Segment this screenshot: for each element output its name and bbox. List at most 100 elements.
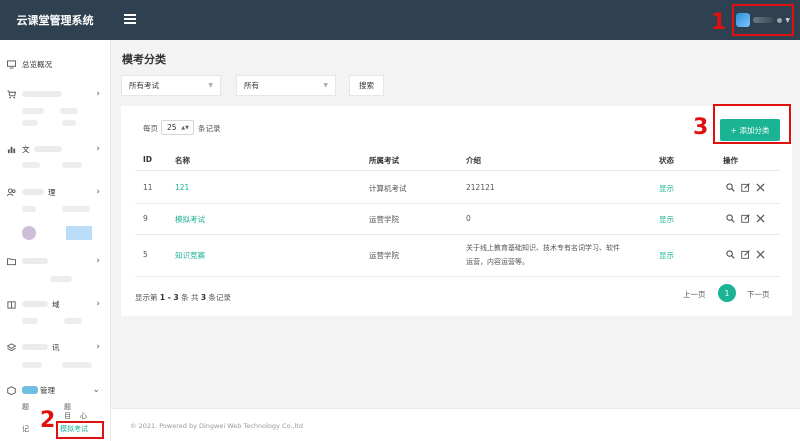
cell-exam: 运营学院 [369,215,399,224]
sidebar-item-exam-manage[interactable]: 管理 ⌄ [0,382,111,398]
redacted-sublabel [22,318,38,324]
summary-prefix: 显示第 [135,293,160,302]
sidebar-item-label: 文 [22,144,30,154]
redacted-sublabel [50,276,72,282]
search-icon[interactable] [726,214,735,223]
column-header-status: 状态 [659,156,674,165]
sidebar-subitem[interactable]: 心 [80,411,87,421]
sidebar-item-stats[interactable]: 文 › [0,141,111,157]
redacted-sublabel [22,206,36,212]
redacted-sublabel [60,108,78,114]
sidebar-item-overview[interactable]: 总览概况 [0,56,111,72]
footer: © 2021. Powered by Dingwei Web Technolog… [111,408,800,441]
redacted-label [22,258,48,264]
close-icon[interactable] [756,250,765,259]
chevron-right-icon: › [96,299,100,309]
sidebar-subitem[interactable]: 题 [22,402,29,412]
search-icon[interactable] [726,183,735,192]
status-filter-select[interactable]: 所有 ▼ [236,75,336,96]
summary-suffix: 条记录 [206,293,231,302]
cell-intro-line-1: 关于线上教育基础知识、技术专有名词学习、软件 [466,244,620,252]
sidebar-item-shop[interactable]: › [0,86,111,102]
page-title: 模考分类 [122,53,166,66]
annotation-number-2: 2 [40,408,56,433]
annotation-number-3: 3 [693,115,709,140]
chevron-right-icon: › [96,342,100,352]
redacted-image [66,226,92,240]
edit-icon[interactable] [741,214,750,223]
redacted-sublabel [62,120,76,126]
current-page-button[interactable]: 1 [718,284,736,302]
close-icon[interactable] [756,183,765,192]
cart-icon [7,89,17,99]
monitor-icon [7,59,16,69]
sidebar-subitem[interactable]: 目 [64,411,71,421]
redacted-label [22,189,44,195]
next-page-button[interactable]: 下一页 [747,289,770,300]
category-name-link[interactable]: 121 [175,183,189,192]
sidebar: 总览概况 › 文 › 理 › › 域 › 讯 › 管理 ⌄ 题 题 记 目 心 … [0,40,111,441]
edit-icon[interactable] [741,250,750,259]
category-name-link[interactable]: 模拟考试 [175,214,205,225]
page-size-value: 25 [167,123,177,132]
exam-filter-value: 所有考试 [129,81,159,90]
redacted-sublabel [22,162,40,168]
chevron-down-icon: ▲▼ [181,124,189,131]
page-size-prefix: 每页 [143,124,158,133]
redacted-sublabel [22,108,44,114]
record-summary: 显示第 1 - 3 条 共 3 条记录 [135,292,231,303]
sidebar-item-organization[interactable]: 域 › [0,296,111,312]
sidebar-item-news[interactable]: 讯 › [0,339,111,355]
redacted-sublabel [62,206,90,212]
copyright-text: © 2021. Powered by Dingwei Web Technolog… [130,422,303,430]
folder-icon [7,257,16,266]
sidebar-item-users[interactable]: 理 › [0,184,111,200]
category-panel: 每页 25 ▲▼ 条记录 + 添加分类 ID 名称 所属考试 介绍 状态 操作 … [121,106,792,316]
page-size-suffix: 条记录 [198,124,221,133]
cell-intro: 212121 [466,183,495,192]
chevron-down-icon: ▼ [323,82,328,89]
close-icon[interactable] [756,214,765,223]
redacted-sublabel [62,362,92,368]
box-icon [7,385,16,395]
top-navbar: 云课堂管理系统 ▼ [0,0,800,40]
users-icon [7,187,16,197]
chevron-right-icon: › [96,187,100,197]
divider [135,276,780,277]
redacted-label [22,386,38,394]
edit-icon[interactable] [741,183,750,192]
category-name-link[interactable]: 知识竞赛 [175,250,205,261]
redacted-avatar [22,226,36,240]
column-header-name: 名称 [175,156,190,165]
chevron-right-icon: › [96,256,100,266]
page-size-select[interactable]: 25 ▲▼ [161,120,194,135]
exam-filter-select[interactable]: 所有考试 ▼ [121,75,221,96]
redacted-label [22,91,62,97]
sidebar-item-files[interactable]: › [0,253,111,269]
search-button[interactable]: 搜索 [349,75,384,96]
column-header-intro: 介绍 [466,156,481,165]
chevron-right-icon: › [96,144,100,154]
prev-page-button[interactable]: 上一页 [683,289,706,300]
sidebar-item-label: 管理 [40,385,55,395]
sidebar-subitem[interactable]: 记 [22,424,29,434]
chevron-down-icon: ▼ [208,82,213,89]
cell-id: 11 [143,183,153,192]
status-badge: 显示 [659,215,674,224]
summary-range: 1 - 3 [159,293,179,302]
annotation-box-mock-exam [56,421,104,439]
menu-toggle-icon[interactable] [124,14,136,24]
status-badge: 显示 [659,184,674,193]
cell-exam: 计算机考试 [369,184,407,193]
redacted-label [22,301,48,307]
app-title: 云课堂管理系统 [16,14,94,27]
bar-chart-icon [7,145,16,154]
sidebar-item-label: 总览概况 [22,59,52,69]
cell-id: 9 [143,214,148,223]
redacted-label [22,344,48,350]
sidebar-item-label: 理 [48,187,56,197]
redacted-sublabel [22,120,38,126]
search-icon[interactable] [726,250,735,259]
layers-icon [6,342,17,352]
status-badge: 显示 [659,251,674,260]
